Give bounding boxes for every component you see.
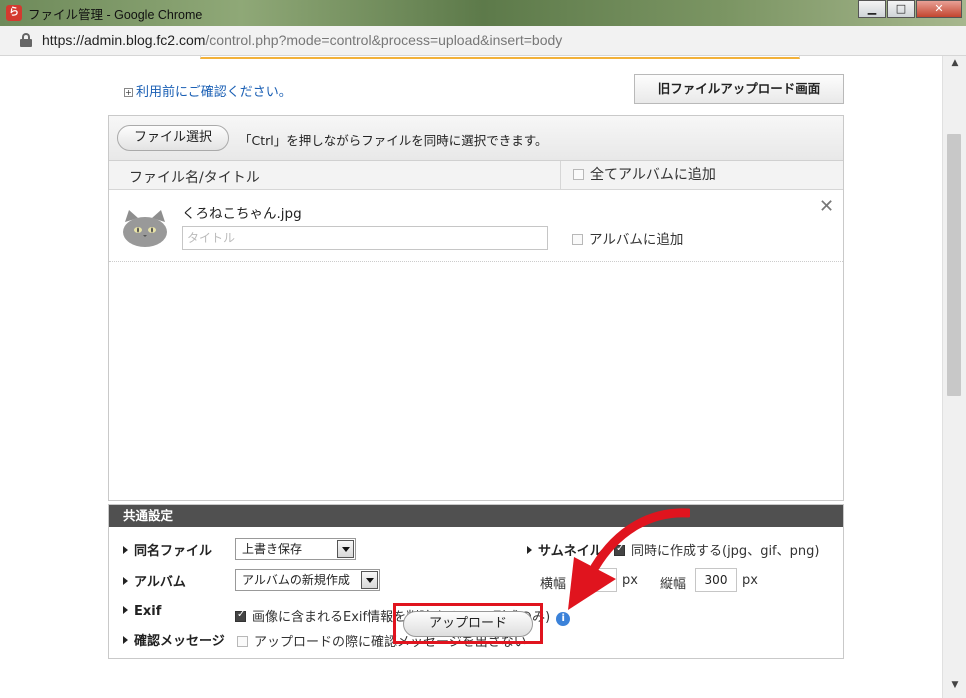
col-filename: ファイル名/タイトル xyxy=(129,170,260,186)
confirm-label: 確認メッセージ xyxy=(123,630,225,649)
notice-link-text: 利用前にご確認ください。 xyxy=(136,85,292,100)
file-list-header: ファイル名/タイトル 全てアルバムに追加 xyxy=(109,161,843,190)
dropdown-arrow-icon[interactable] xyxy=(337,540,354,558)
window-controls: ▁ □ ✕ xyxy=(857,0,962,18)
address-bar[interactable]: https://admin.blog.fc2.com/control.php?m… xyxy=(0,26,966,56)
window-title: ファイル管理 - Google Chrome xyxy=(28,8,203,22)
exif-checkbox[interactable] xyxy=(235,609,246,622)
album-label: アルバム xyxy=(123,571,186,590)
file-row: くろねこちゃん.jpg タイトル アルバムに追加 ✕ xyxy=(109,190,843,262)
upload-toolbar: ファイル選択 「Ctrl」を押しながらファイルを同時に選択できます。 xyxy=(109,116,843,161)
scroll-up-arrow-icon[interactable]: ▲ xyxy=(943,58,966,74)
add-all-album-label: 全てアルバムに追加 xyxy=(590,167,716,183)
multi-select-hint: 「Ctrl」を押しながらファイルを同時に選択できます。 xyxy=(239,133,548,148)
fc2-logo-icon: ら xyxy=(6,5,22,21)
triangle-icon xyxy=(123,546,128,554)
confirm-checkbox[interactable] xyxy=(237,636,248,647)
file-select-button[interactable]: ファイル選択 xyxy=(117,125,229,151)
height-unit: px xyxy=(742,573,758,588)
close-window-button[interactable]: ✕ xyxy=(916,0,962,18)
same-name-label: 同名ファイル xyxy=(123,540,212,559)
add-all-album-checkbox[interactable] xyxy=(573,169,584,180)
cat-thumbnail-icon xyxy=(123,210,167,247)
title-input[interactable]: タイトル xyxy=(182,226,548,250)
notice-link[interactable]: + 利用前にご確認ください。 xyxy=(124,81,292,100)
triangle-icon xyxy=(123,606,128,614)
upload-highlight-frame: アップロード xyxy=(393,603,543,644)
same-name-select[interactable]: 上書き保存 xyxy=(235,538,356,560)
triangle-icon xyxy=(527,546,532,554)
height-input[interactable]: 300 xyxy=(695,568,737,592)
triangle-icon xyxy=(123,577,128,585)
page-content: + 利用前にご確認ください。 旧ファイルアップロード画面 ファイル選択 「Ctrl… xyxy=(8,56,942,698)
maximize-button[interactable]: □ xyxy=(887,0,915,18)
expand-plus-icon: + xyxy=(124,88,133,97)
window-titlebar: ら ファイル管理 - Google Chrome ▁ □ ✕ xyxy=(0,0,966,26)
add-to-album-label: アルバムに追加 xyxy=(589,232,684,248)
dropdown-arrow-icon[interactable] xyxy=(361,571,378,589)
settings-heading: 共通設定 xyxy=(109,505,843,527)
add-to-album-checkbox[interactable] xyxy=(572,234,583,245)
add-to-album[interactable]: アルバムに追加 xyxy=(572,228,683,248)
triangle-icon xyxy=(123,636,128,644)
exif-label: Exif xyxy=(123,604,161,619)
top-frame-edge xyxy=(200,56,800,59)
minimize-button[interactable]: ▁ xyxy=(858,0,886,18)
url-path: /control.php?mode=control&process=upload… xyxy=(205,32,563,48)
upload-button[interactable]: アップロード xyxy=(403,611,533,637)
upload-box: ファイル選択 「Ctrl」を押しながらファイルを同時に選択できます。 ファイル名… xyxy=(108,115,844,501)
scroll-down-arrow-icon[interactable]: ▼ xyxy=(943,680,966,696)
old-upload-screen-button[interactable]: 旧ファイルアップロード画面 xyxy=(634,74,844,104)
page-scrollbar[interactable]: ▲ ▼ xyxy=(942,56,966,698)
file-name: くろねこちゃん.jpg xyxy=(182,206,302,222)
url-host: https://admin.blog.fc2.com xyxy=(42,32,206,48)
remove-file-icon[interactable]: ✕ xyxy=(819,196,834,217)
address-url[interactable]: https://admin.blog.fc2.com/control.php?m… xyxy=(42,32,562,48)
lock-icon xyxy=(20,33,32,47)
pointing-arrow-icon xyxy=(568,508,690,610)
album-select[interactable]: アルバムの新規作成 xyxy=(235,569,380,591)
add-all-to-album[interactable]: 全てアルバムに追加 xyxy=(560,161,716,190)
scrollbar-thumb[interactable] xyxy=(947,134,961,396)
